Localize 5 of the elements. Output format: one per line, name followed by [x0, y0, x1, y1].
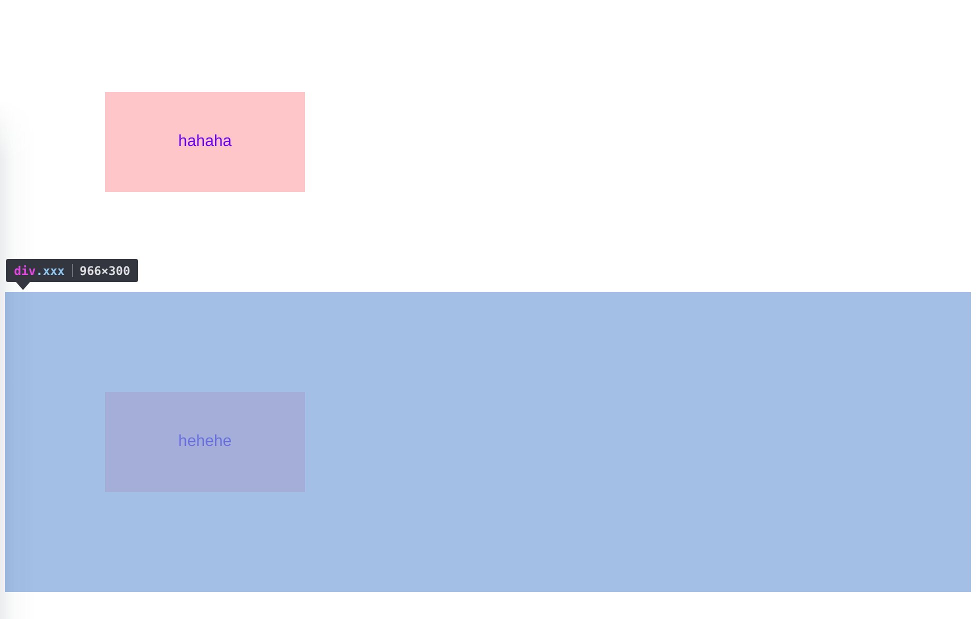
size-label: 966×300 [80, 264, 130, 278]
class-name: .xxx [36, 264, 65, 278]
box-text: hahaha [178, 133, 232, 151]
tag-name: div [14, 264, 36, 278]
box-text: hehehe [178, 433, 232, 451]
